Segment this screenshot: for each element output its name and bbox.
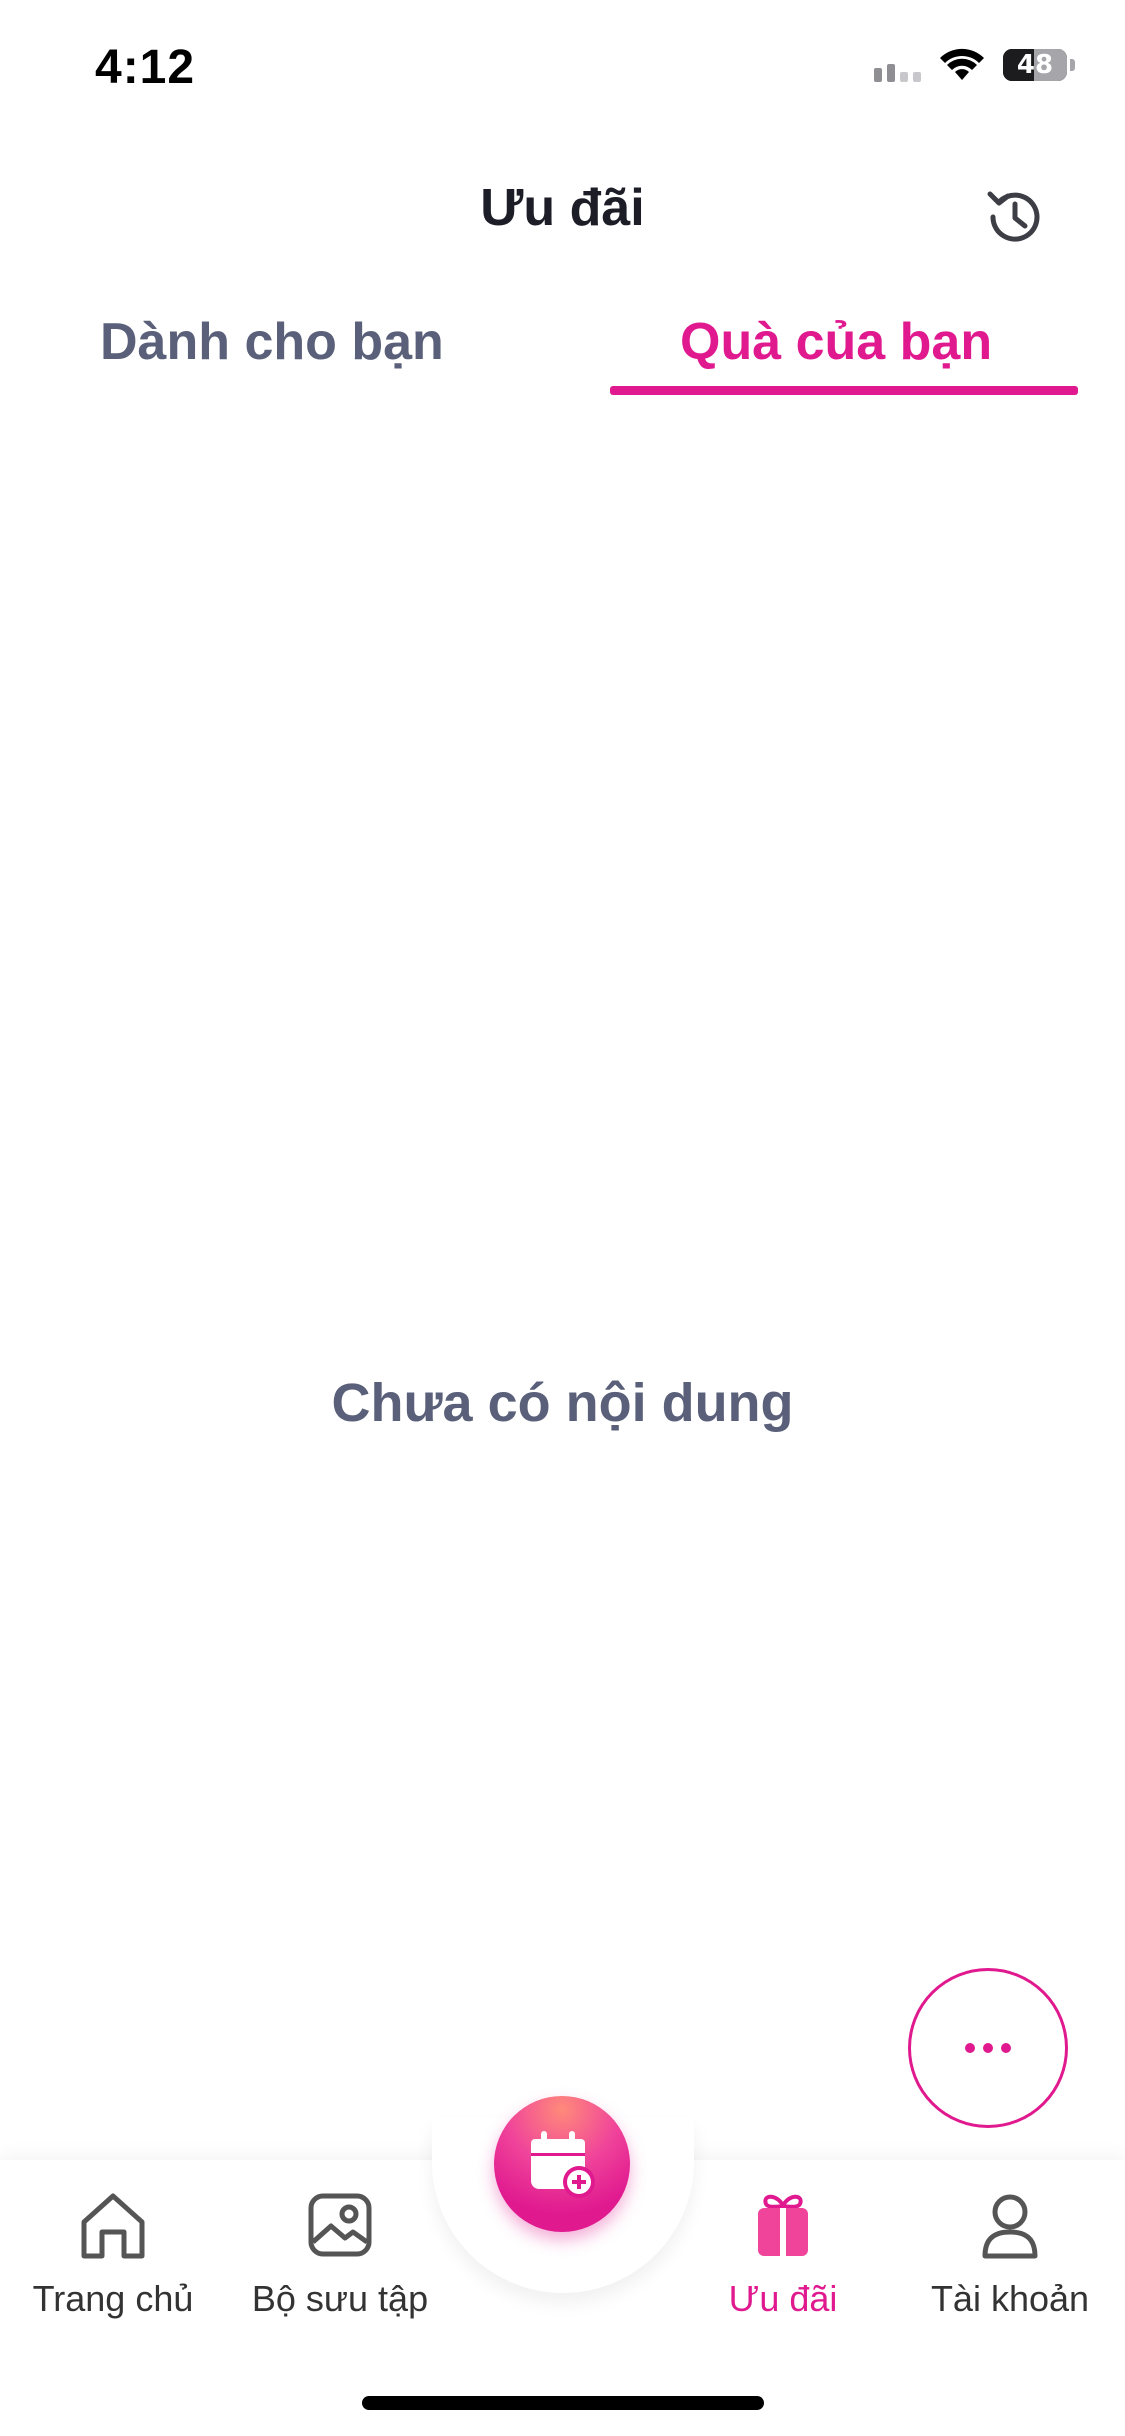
status-bar: 4:12 48 [0,0,1125,140]
user-icon [982,2194,1038,2259]
tab-for-you[interactable]: Dành cho bạn [100,312,444,372]
more-dot [1001,2043,1011,2053]
cellular-signal-icon [874,48,921,82]
calendar-add-icon [531,2131,595,2198]
active-tab-indicator [610,386,1078,395]
gift-icon [758,2194,808,2256]
tab-bar: Dành cho bạn Quà của bạn [0,290,1125,400]
battery-level: 48 [1016,50,1054,80]
status-time: 4:12 [95,41,196,94]
battery-icon: 48 [1003,49,1075,81]
history-icon [987,191,1040,242]
nav-offers-label: Ưu đãi [728,2278,838,2319]
history-button[interactable] [980,182,1050,252]
page-title: Ưu đãi [480,179,645,237]
nav-home[interactable]: Trang chủ [3,2190,223,2320]
tab-your-gifts[interactable]: Quà của bạn [680,312,992,372]
gallery-icon [308,2193,372,2257]
empty-state-message: Chưa có nội dung [331,1373,794,1433]
more-dot [983,2043,993,2053]
nav-home-label: Trang chủ [32,2278,194,2319]
wifi-icon [940,48,984,80]
nav-account-label: Tài khoản [930,2278,1090,2319]
nav-gallery[interactable]: Bộ sưu tập [230,2190,450,2320]
header: Ưu đãi [0,150,1125,280]
status-icons: 48 [874,48,1075,82]
nav-account[interactable]: Tài khoản [900,2190,1120,2320]
more-dots-icon [965,2043,975,2053]
add-booking-button[interactable] [494,2096,630,2232]
nav-gallery-label: Bộ sưu tập [251,2278,429,2319]
home-icon [81,2193,145,2259]
nav-offers[interactable]: Ưu đãi [673,2190,893,2320]
home-indicator [362,2396,764,2410]
more-options-button[interactable] [908,1968,1068,2128]
